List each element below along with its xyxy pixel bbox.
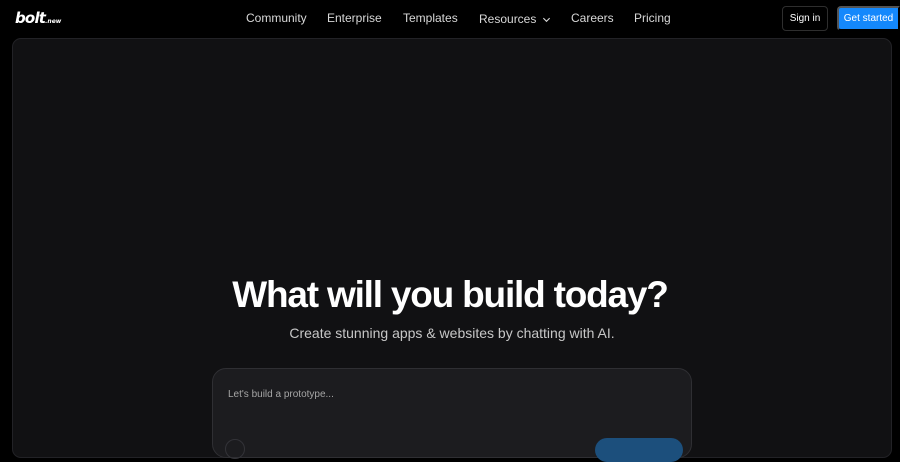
attach-button[interactable] [225, 439, 245, 459]
logo-suffix: .new [45, 18, 62, 25]
nav-link-community[interactable]: Community [246, 11, 307, 27]
nav-dropdown-resources[interactable]: Resources [479, 11, 551, 27]
nav-resources-label: Resources [479, 12, 537, 26]
nav-link-templates[interactable]: Templates [403, 11, 458, 27]
bolt-logo[interactable]: bolt .new [15, 9, 61, 27]
nav-link-careers[interactable]: Careers [571, 11, 614, 27]
hero-subtitle: Create stunning apps & websites by chatt… [289, 325, 615, 341]
logo-wordmark: bolt [15, 9, 46, 27]
top-navigation-bar: bolt .new Community Enterprise Templates… [0, 0, 900, 37]
hero-title: What will you build today? [232, 274, 669, 315]
nav-link-pricing[interactable]: Pricing [634, 11, 671, 27]
prompt-input[interactable] [228, 385, 668, 403]
sign-in-button[interactable]: Sign in [782, 6, 828, 31]
nav-link-enterprise[interactable]: Enterprise [327, 11, 382, 27]
build-button[interactable] [595, 438, 683, 462]
chevron-down-icon [543, 17, 551, 22]
get-started-button[interactable]: Get started [837, 6, 900, 31]
